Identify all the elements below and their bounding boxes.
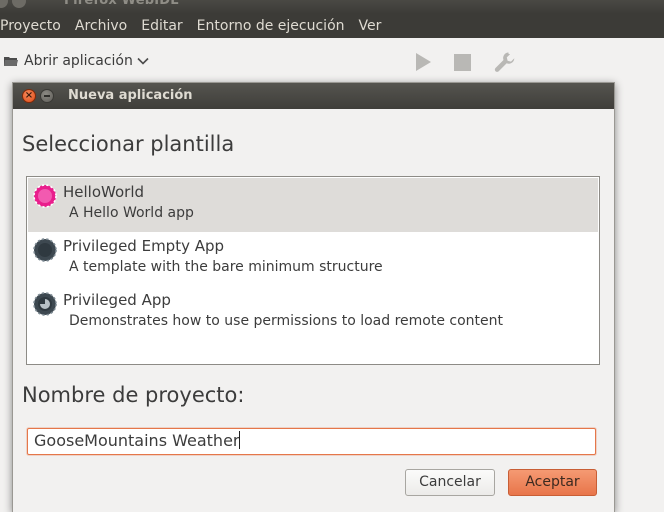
project-name-heading: Nombre de proyecto:	[22, 383, 245, 407]
project-name-value: GooseMountains Weather	[34, 431, 240, 450]
dialog-title-bar: × Nueva aplicación	[13, 83, 614, 109]
cancel-button[interactable]: Cancelar	[405, 469, 495, 496]
template-list[interactable]: HelloWorld A Hello World app Privileged …	[26, 176, 600, 365]
play-icon[interactable]	[414, 52, 432, 72]
accept-button[interactable]: Aceptar	[508, 469, 597, 496]
minimize-icon[interactable]	[40, 89, 54, 103]
close-icon[interactable]: ×	[22, 89, 36, 103]
template-name: Privileged App	[63, 291, 171, 309]
menu-editar[interactable]: Editar	[141, 18, 182, 34]
template-description: A template with the bare minimum structu…	[69, 259, 383, 275]
menubar: Proyecto Archivo Editar Entorno de ejecu…	[0, 14, 664, 38]
template-item-privileged-empty-app[interactable]: Privileged Empty App A template with the…	[28, 232, 598, 286]
window-title: Firefox WebIDE	[64, 0, 180, 8]
text-caret	[239, 431, 241, 449]
new-app-dialog: × Nueva aplicación Seleccionar plantilla…	[12, 82, 615, 512]
template-item-helloworld[interactable]: HelloWorld A Hello World app	[28, 178, 598, 232]
dialog-title: Nueva aplicación	[68, 88, 193, 103]
template-description: A Hello World app	[69, 205, 194, 221]
template-item-privileged-app[interactable]: Privileged App Demonstrates how to use p…	[28, 286, 598, 340]
template-heading: Seleccionar plantilla	[22, 132, 235, 156]
toolbar: Abrir aplicación	[0, 38, 664, 84]
chevron-down-icon	[137, 57, 149, 65]
menu-ver[interactable]: Ver	[359, 18, 382, 34]
window-title-bar: Firefox WebIDE	[0, 0, 664, 14]
privileged-app-icon	[33, 292, 57, 316]
wrench-icon[interactable]	[494, 51, 516, 73]
template-description: Demonstrates how to use permissions to l…	[69, 313, 503, 329]
template-name: HelloWorld	[63, 183, 145, 201]
menu-proyecto[interactable]: Proyecto	[0, 18, 61, 34]
hello-world-icon	[33, 184, 57, 208]
stop-icon[interactable]	[454, 54, 471, 71]
folder-icon	[4, 57, 18, 66]
template-name: Privileged Empty App	[63, 237, 225, 255]
window-close-icon[interactable]	[0, 0, 8, 8]
window-minimize-icon[interactable]	[12, 0, 26, 8]
project-name-input[interactable]: GooseMountains Weather	[27, 428, 596, 455]
privileged-empty-icon	[33, 238, 57, 262]
menu-archivo[interactable]: Archivo	[75, 18, 127, 34]
open-app-button[interactable]: Abrir aplicación	[4, 50, 149, 72]
menu-entorno-de-ejecucion[interactable]: Entorno de ejecución	[197, 18, 345, 34]
open-app-label: Abrir aplicación	[24, 53, 133, 69]
